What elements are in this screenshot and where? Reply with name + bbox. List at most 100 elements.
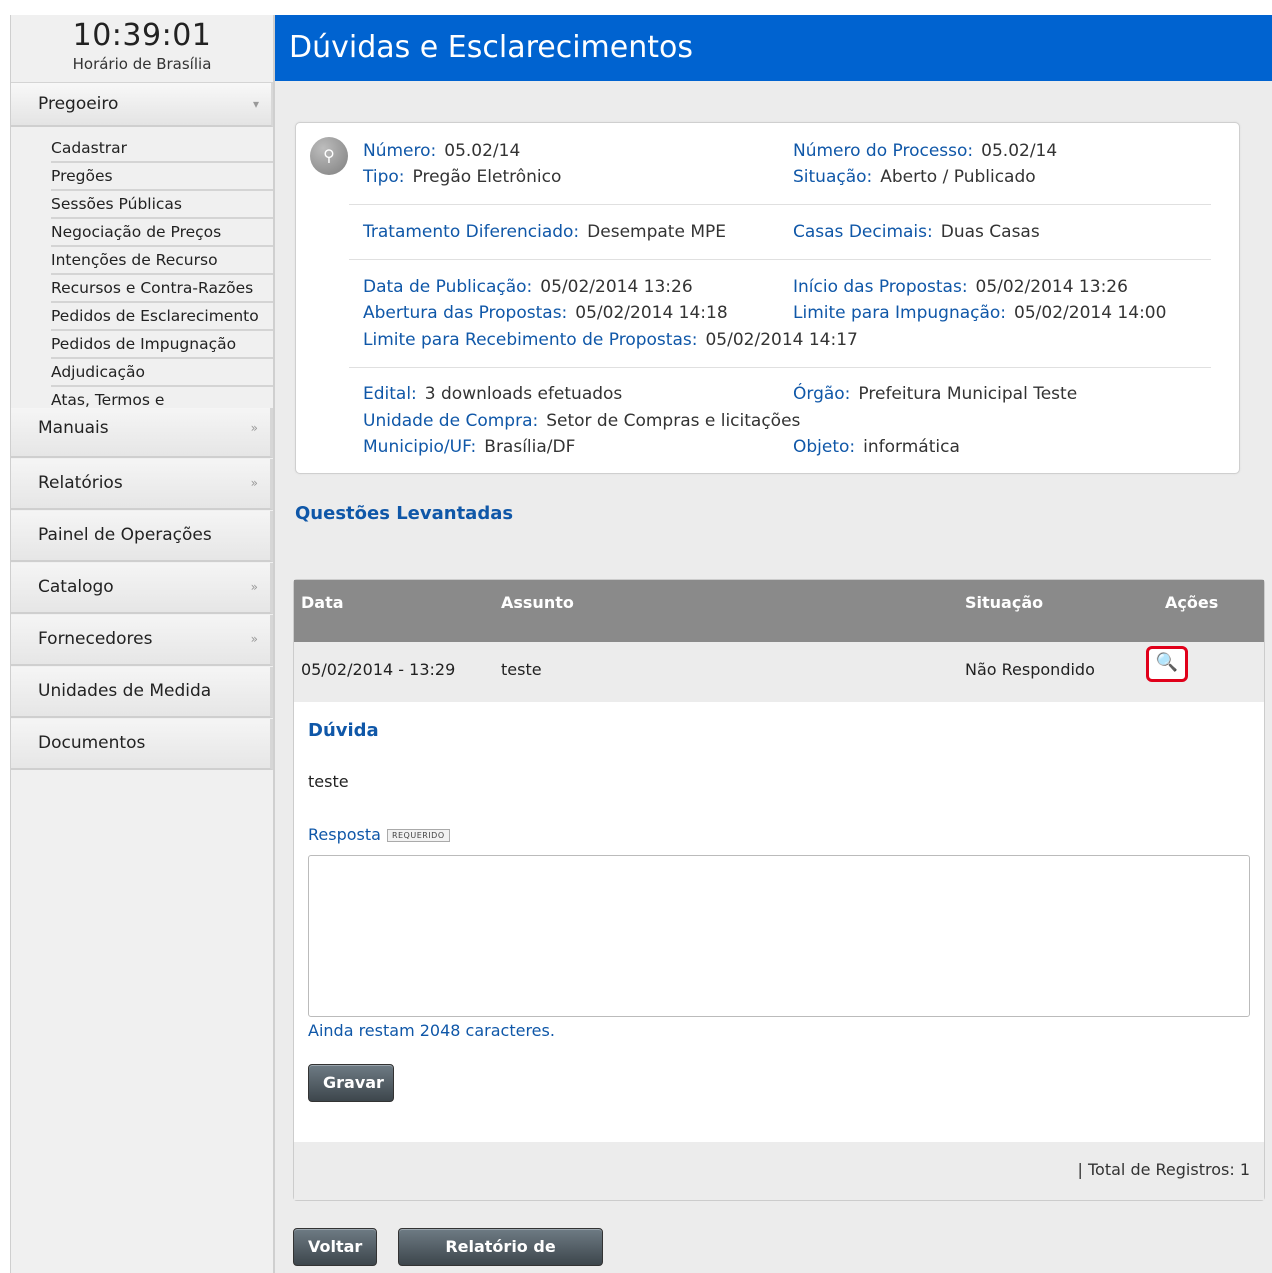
resposta-label-text: Resposta (308, 825, 381, 844)
resposta-textarea[interactable] (308, 855, 1250, 1017)
menu-manuais-label: Manuais (38, 418, 109, 438)
menu-unidades-label: Unidades de Medida (38, 681, 212, 701)
menu-pregoeiro[interactable]: Pregoeiro ▾ (11, 83, 273, 127)
table-row: 05/02/2014 - 13:29 teste Não Respondido … (294, 642, 1264, 702)
field-label: Tipo: (363, 167, 405, 187)
field-limite-recebimento: Limite para Recebimento de Propostas: 05/… (363, 330, 858, 350)
field-orgao: Órgão: Prefeitura Municipal Teste (793, 384, 1077, 404)
expand-arrow-icon: » (250, 632, 258, 646)
field-limite-impugnacao: Limite para Impugnação: 05/02/2014 14:00 (793, 303, 1166, 323)
field-value: Prefeitura Municipal Teste (858, 384, 1078, 404)
clock: 10:39:01 Horário de Brasília (11, 15, 273, 83)
voltar-button[interactable]: Voltar (293, 1228, 377, 1266)
field-value: 05/02/2014 14:17 (705, 330, 858, 350)
duvida-text: teste (308, 772, 349, 791)
row-situacao: Não Respondido (965, 660, 1095, 679)
field-numero: Número: 05.02/14 (363, 141, 520, 161)
menu-relatorios[interactable]: Relatórios » (11, 459, 273, 510)
field-edital: Edital: 3 downloads efetuados (363, 384, 622, 404)
magnifier-icon[interactable]: 🔍 (1146, 646, 1188, 682)
field-value: Duas Casas (940, 222, 1040, 242)
field-value: Aberto / Publicado (880, 167, 1036, 187)
field-label: Número: (363, 141, 437, 161)
field-value: Brasília/DF (484, 437, 576, 457)
main-content: ⚲ Número: 05.02/14 Número do Processo: 05.… (275, 81, 1272, 1273)
field-value: 05/02/2014 13:26 (540, 277, 693, 297)
clock-label: Horário de Brasília (72, 55, 212, 73)
table-header: Data Assunto Situação Ações (294, 580, 1264, 642)
menu-catalogo-label: Catalogo (38, 577, 114, 597)
process-info-panel: ⚲ Número: 05.02/14 Número do Processo: 05.… (295, 122, 1240, 474)
field-tipo: Tipo: Pregão Eletrônico (363, 167, 561, 187)
field-label: Limite para Recebimento de Propostas: (363, 330, 698, 350)
menu-painel-de-operacoes[interactable]: Painel de Operações (11, 511, 273, 562)
field-label: Unidade de Compra: (363, 411, 539, 431)
field-value: 05/02/2014 14:00 (1014, 303, 1167, 323)
menu-pregoeiro-label: Pregoeiro (38, 94, 119, 114)
field-label: Municipio/UF: (363, 437, 477, 457)
submenu-adjudicacao[interactable]: Adjudicação (51, 359, 273, 387)
menu-documentos-label: Documentos (38, 733, 146, 753)
field-value: 05/02/2014 14:18 (575, 303, 728, 323)
search-icon: ⚲ (310, 137, 348, 175)
field-processo: Número do Processo: 05.02/14 (793, 141, 1057, 161)
field-inicio-propostas: Início das Propostas: 05/02/2014 13:26 (793, 277, 1128, 297)
submenu-pedidos-de-impugnacao[interactable]: Pedidos de Impugnação (51, 331, 273, 359)
menu-catalogo[interactable]: Catalogo » (11, 563, 273, 614)
field-value: informática (863, 437, 960, 457)
resposta-label: Resposta REQUERIDO (308, 825, 450, 844)
field-label: Casas Decimais: (793, 222, 933, 242)
field-casas-decimais: Casas Decimais: Duas Casas (793, 222, 1040, 242)
field-abertura-propostas: Abertura das Propostas: 05/02/2014 14:18 (363, 303, 728, 323)
submenu-negociacao-de-precos[interactable]: Negociação de Preços (51, 219, 273, 247)
total-records: | Total de Registros: 1 (1077, 1160, 1250, 1179)
field-label: Abertura das Propostas: (363, 303, 568, 323)
field-label: Objeto: (793, 437, 856, 457)
submenu-atas-termos[interactable]: Atas, Termos e (51, 387, 273, 408)
field-label: Número do Processo: (793, 141, 974, 161)
submenu-pedidos-de-esclarecimento[interactable]: Pedidos de Esclarecimento (51, 303, 273, 331)
submenu-sessoes-publicas[interactable]: Sessões Públicas (51, 191, 273, 219)
col-data: Data (301, 593, 344, 612)
table-footer: | Total de Registros: 1 (294, 1142, 1264, 1200)
field-objeto: Objeto: informática (793, 437, 960, 457)
clock-time: 10:39:01 (72, 18, 212, 53)
menu-unidades-de-medida[interactable]: Unidades de Medida (11, 667, 273, 718)
sidebar: 10:39:01 Horário de Brasília Pregoeiro ▾… (10, 15, 275, 1273)
divider (349, 204, 1211, 205)
submenu-cadastrar[interactable]: Cadastrar (51, 135, 273, 163)
gravar-button[interactable]: Gravar (308, 1064, 394, 1102)
submenu-pregoes[interactable]: Pregões (51, 163, 273, 191)
divider (349, 259, 1211, 260)
questions-table: Data Assunto Situação Ações 05/02/2014 -… (293, 579, 1265, 1201)
field-tratamento: Tratamento Diferenciado: Desempate MPE (363, 222, 726, 242)
relatorio-duvidas-button[interactable]: Relatório de Dúvidas (398, 1228, 603, 1266)
col-situacao: Situação (965, 593, 1044, 612)
submenu-intencoes-de-recurso[interactable]: Intenções de Recurso (51, 247, 273, 275)
field-label: Órgão: (793, 384, 851, 404)
duvida-title: Dúvida (308, 720, 379, 741)
field-value: 05.02/14 (444, 141, 521, 161)
col-assunto: Assunto (501, 593, 574, 612)
field-unidade-compra: Unidade de Compra: Setor de Compras e lic… (363, 411, 800, 431)
char-counter: Ainda restam 2048 caracteres. (308, 1021, 555, 1040)
row-assunto: teste (501, 660, 542, 679)
menu-painel-label: Painel de Operações (38, 525, 212, 545)
field-label: Data de Publicação: (363, 277, 533, 297)
expand-arrow-icon: » (250, 476, 258, 490)
required-badge: REQUERIDO (386, 829, 450, 842)
menu-fornecedores-label: Fornecedores (38, 629, 153, 649)
section-title: Questões Levantadas (295, 503, 514, 524)
submenu-recursos-e-contra-razoes[interactable]: Recursos e Contra-Razões (51, 275, 273, 303)
page-title: Dúvidas e Esclarecimentos (289, 30, 693, 65)
field-label: Tratamento Diferenciado: (363, 222, 580, 242)
menu-documentos[interactable]: Documentos (11, 719, 273, 770)
field-value: 05/02/2014 13:26 (975, 277, 1128, 297)
row-data: 05/02/2014 - 13:29 (301, 660, 456, 679)
field-label: Início das Propostas: (793, 277, 968, 297)
menu-manuais[interactable]: Manuais » (11, 408, 273, 458)
pregoeiro-submenu: Cadastrar Pregões Sessões Públicas Negoc… (11, 127, 273, 408)
field-label: Limite para Impugnação: (793, 303, 1007, 323)
menu-fornecedores[interactable]: Fornecedores » (11, 615, 273, 666)
menu-relatorios-label: Relatórios (38, 473, 123, 493)
